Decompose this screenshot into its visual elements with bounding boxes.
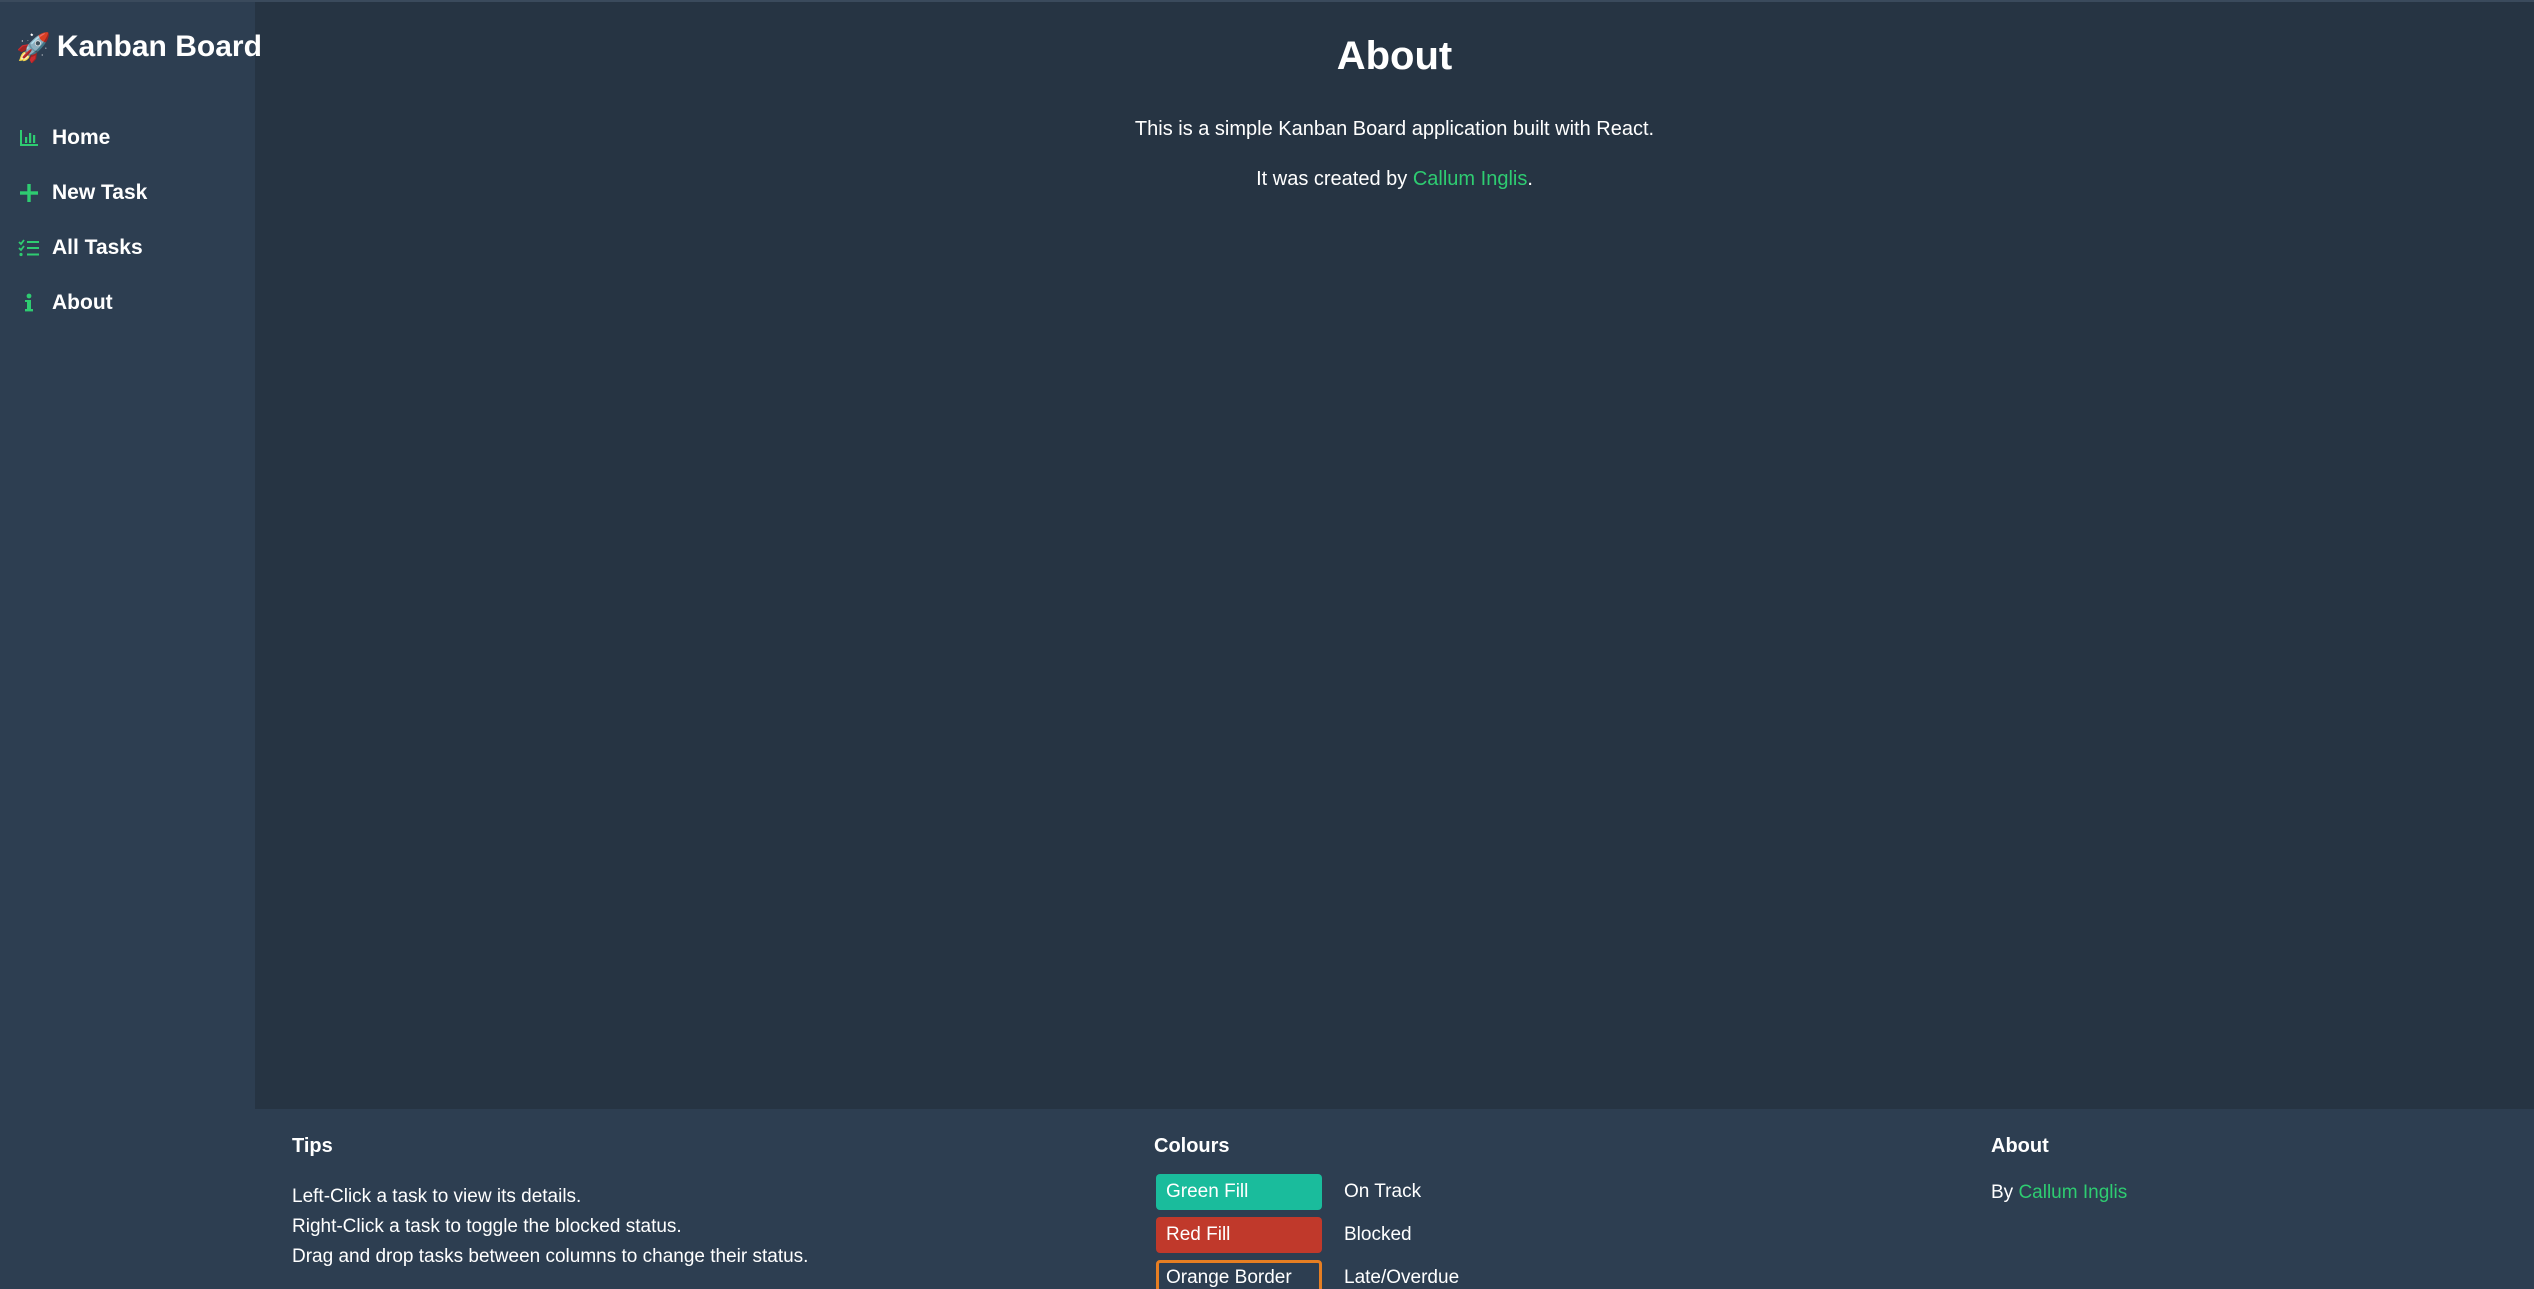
rocket-icon: 🚀 — [16, 31, 51, 63]
footer-about: About By Callum Inglis — [1991, 1135, 2127, 1204]
brand-link[interactable]: 🚀 Kanban Board — [16, 30, 262, 64]
plus-icon — [18, 182, 40, 204]
footer-tips: Tips Left-Click a task to view its detai… — [292, 1135, 808, 1272]
info-icon — [18, 292, 40, 314]
sidebar-item-label: All Tasks — [52, 235, 143, 259]
author-link[interactable]: Callum Inglis — [1413, 168, 1527, 190]
creator-suffix: . — [1527, 168, 1533, 190]
colour-meaning: Blocked — [1344, 1223, 1412, 1245]
checklist-icon — [18, 237, 40, 259]
sidebar-nav: Home New Task All Tasks About — [18, 110, 147, 330]
sidebar-item-label: Home — [52, 125, 111, 149]
orange-border-swatch: Orange Border — [1156, 1259, 1322, 1289]
brand-title: Kanban Board — [56, 30, 262, 63]
creator-prefix: It was created by — [1256, 168, 1413, 190]
colour-meaning: Late/Overdue — [1344, 1266, 1460, 1288]
sidebar-item-new-task[interactable]: New Task — [18, 165, 147, 220]
main-content: About This is a simple Kanban Board appl… — [255, 2, 2534, 1109]
colour-legend-row: Red Fill Blocked — [1154, 1213, 1459, 1256]
colours-heading: Colours — [1154, 1135, 1230, 1157]
byline-prefix: By — [1991, 1182, 2019, 1203]
footer-byline: By Callum Inglis — [1991, 1182, 2127, 1204]
colour-meaning: On Track — [1344, 1180, 1422, 1202]
tip-line: Left-Click a task to view its details. — [292, 1186, 582, 1207]
footer-colours: Colours Green Fill On Track Red Fill Blo… — [1154, 1135, 1459, 1289]
app-window: 🚀 Kanban Board Home New Task All Tasks A… — [0, 0, 2534, 1289]
sidebar-item-label: New Task — [52, 180, 148, 204]
page-title: About — [1336, 34, 1453, 78]
sidebar-item-home[interactable]: Home — [18, 110, 147, 165]
sidebar-item-label: About — [52, 290, 113, 314]
footer: Tips Left-Click a task to view its detai… — [255, 1109, 2534, 1289]
app-description: This is a simple Kanban Board applicatio… — [1134, 118, 1655, 140]
tip-line: Drag and drop tasks between columns to c… — [292, 1246, 809, 1267]
footer-author-link[interactable]: Callum Inglis — [2018, 1182, 2127, 1203]
sidebar: 🚀 Kanban Board Home New Task All Tasks A… — [0, 2, 262, 1289]
sidebar-item-all-tasks[interactable]: All Tasks — [18, 220, 147, 275]
colour-legend-row: Orange Border Late/Overdue — [1154, 1256, 1459, 1289]
green-fill-swatch: Green Fill — [1156, 1173, 1322, 1210]
creator-text: It was created by Callum Inglis. — [255, 168, 2534, 191]
sidebar-item-about[interactable]: About — [18, 275, 147, 330]
red-fill-swatch: Red Fill — [1156, 1216, 1322, 1253]
tip-line: Right-Click a task to toggle the blocked… — [292, 1216, 682, 1237]
bar-chart-icon — [18, 127, 40, 149]
colour-legend-row: Green Fill On Track — [1154, 1170, 1459, 1213]
tips-heading: Tips — [292, 1135, 333, 1157]
footer-about-heading: About — [1991, 1135, 2049, 1157]
